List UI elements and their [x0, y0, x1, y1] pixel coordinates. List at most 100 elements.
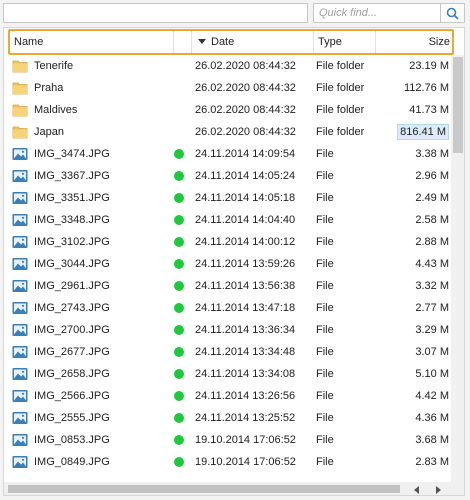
file-row[interactable]: IMG_0849.JPG 19.10.2014 17:06:52 File 2.83 …	[4, 451, 451, 473]
file-row[interactable]: IMG_2961.JPG 24.11.2014 13:56:38 File 3.32 …	[4, 275, 451, 297]
file-date: 19.10.2014 17:06:52	[195, 456, 296, 468]
file-row[interactable]: Tenerife 26.02.2020 08:44:32 File folder 23…	[4, 55, 451, 77]
image-file-icon	[12, 191, 28, 205]
image-file-icon	[12, 235, 28, 249]
vertical-scrollbar[interactable]	[451, 55, 464, 483]
file-size-value: 3.29 M	[415, 324, 449, 336]
status-dot-icon	[174, 413, 184, 423]
file-date: 26.02.2020 08:44:32	[195, 60, 296, 72]
file-date: 24.11.2014 14:05:24	[195, 170, 296, 182]
file-date: 24.11.2014 14:09:54	[195, 148, 296, 160]
file-type: File	[316, 412, 334, 424]
file-row[interactable]: IMG_3044.JPG 24.11.2014 13:59:26 File 4.43 …	[4, 253, 451, 275]
file-type: File	[316, 148, 334, 160]
file-type: File	[316, 434, 334, 446]
column-header-name[interactable]: Name	[10, 30, 174, 54]
image-file-icon	[12, 433, 28, 447]
scroll-right-icon[interactable]	[436, 486, 441, 494]
column-header-status[interactable]	[174, 30, 192, 54]
file-date: 24.11.2014 14:00:12	[195, 236, 296, 248]
file-row[interactable]: IMG_3367.JPG 24.11.2014 14:05:24 File 2.96 …	[4, 165, 451, 187]
status-dot-icon	[174, 325, 184, 335]
image-file-icon	[12, 345, 28, 359]
folder-icon	[12, 81, 28, 95]
file-size: 2.88 M	[379, 231, 449, 253]
file-row[interactable]: IMG_3102.JPG 24.11.2014 14:00:12 File 2.88 …	[4, 231, 451, 253]
status-dot-icon	[174, 171, 184, 181]
file-row[interactable]: IMG_0853.JPG 19.10.2014 17:06:52 File 3.68 …	[4, 429, 451, 451]
image-file-icon	[12, 301, 28, 315]
file-name: IMG_0853.JPG	[34, 434, 110, 446]
horizontal-scrollbar[interactable]	[4, 482, 451, 495]
file-row[interactable]: IMG_2555.JPG 24.11.2014 13:25:52 File 4.36 …	[4, 407, 451, 429]
file-row[interactable]: IMG_3351.JPG 24.11.2014 14:05:18 File 2.49 …	[4, 187, 451, 209]
file-size-value: 3.32 M	[415, 280, 449, 292]
column-header-type[interactable]: Type	[314, 30, 376, 54]
file-type: File	[316, 236, 334, 248]
file-name: IMG_3367.JPG	[34, 170, 110, 182]
file-size-value: 2.58 M	[415, 214, 449, 226]
status-dot-icon	[174, 303, 184, 313]
file-date: 24.11.2014 14:05:18	[195, 192, 296, 204]
column-header-size[interactable]: Size	[376, 30, 452, 54]
file-date: 24.11.2014 14:04:40	[195, 214, 296, 226]
file-row[interactable]: IMG_2566.JPG 24.11.2014 13:26:56 File 4.42 …	[4, 385, 451, 407]
file-size-value: 816.41 M	[397, 124, 449, 140]
file-type: File	[316, 324, 334, 336]
quick-find-field[interactable]	[313, 3, 441, 23]
file-date: 26.02.2020 08:44:32	[195, 104, 296, 116]
search-icon	[446, 7, 459, 20]
search-button[interactable]	[441, 3, 465, 23]
scroll-left-icon[interactable]	[414, 486, 419, 494]
image-file-icon	[12, 455, 28, 469]
file-size-value: 2.77 M	[415, 302, 449, 314]
column-header-date[interactable]: Date	[192, 30, 314, 54]
file-name: IMG_2658.JPG	[34, 368, 110, 380]
file-name: IMG_3351.JPG	[34, 192, 110, 204]
column-header: Name Date Type Size	[4, 28, 464, 56]
file-name: IMG_3044.JPG	[34, 258, 110, 270]
file-name: IMG_2677.JPG	[34, 346, 110, 358]
vertical-scroll-thumb[interactable]	[453, 57, 463, 153]
file-size: 4.43 M	[379, 253, 449, 275]
file-row[interactable]: IMG_2743.JPG 24.11.2014 13:47:18 File 2.77 …	[4, 297, 451, 319]
image-file-icon	[12, 169, 28, 183]
file-type: File	[316, 170, 334, 182]
status-dot-icon	[174, 347, 184, 357]
file-size-value: 2.96 M	[415, 170, 449, 182]
file-type: File	[316, 390, 334, 402]
file-name: IMG_3474.JPG	[34, 148, 110, 160]
status-dot-icon	[174, 281, 184, 291]
file-size-value: 2.83 M	[415, 456, 449, 468]
file-type: File	[316, 346, 334, 358]
file-size: 3.07 M	[379, 341, 449, 363]
horizontal-scroll-thumb[interactable]	[8, 485, 400, 493]
file-size: 2.49 M	[379, 187, 449, 209]
file-date: 24.11.2014 13:59:26	[195, 258, 296, 270]
file-name: Tenerife	[34, 60, 74, 72]
file-size: 23.19 M	[379, 55, 449, 77]
file-row[interactable]: Japan 26.02.2020 08:44:32 File folder 816.4…	[4, 121, 451, 143]
file-row[interactable]: IMG_2677.JPG 24.11.2014 13:34:48 File 3.07 …	[4, 341, 451, 363]
file-size-value: 4.36 M	[415, 412, 449, 424]
file-size: 3.68 M	[379, 429, 449, 451]
file-name: IMG_2555.JPG	[34, 412, 110, 424]
quick-find-input[interactable]	[314, 4, 440, 22]
file-row[interactable]: Maldives 26.02.2020 08:44:32 File folder 41…	[4, 99, 451, 121]
status-dot-icon	[174, 193, 184, 203]
file-name: IMG_2961.JPG	[34, 280, 110, 292]
file-row[interactable]: IMG_3348.JPG 24.11.2014 14:04:40 File 2.58 …	[4, 209, 451, 231]
status-dot-icon	[174, 149, 184, 159]
file-size-value: 3.07 M	[415, 346, 449, 358]
file-name: IMG_2743.JPG	[34, 302, 110, 314]
file-row[interactable]: Praha 26.02.2020 08:44:32 File folder 112.7…	[4, 77, 451, 99]
file-name: Maldives	[34, 104, 78, 116]
file-size: 3.29 M	[379, 319, 449, 341]
path-input[interactable]	[3, 3, 308, 23]
file-row[interactable]: IMG_3474.JPG 24.11.2014 14:09:54 File 3.38 …	[4, 143, 451, 165]
file-size: 4.36 M	[379, 407, 449, 429]
file-row[interactable]: IMG_2658.JPG 24.11.2014 13:34:08 File 5.10 …	[4, 363, 451, 385]
file-type: File	[316, 368, 334, 380]
file-row[interactable]: IMG_2700.JPG 24.11.2014 13:36:34 File 3.29 …	[4, 319, 451, 341]
file-size: 4.42 M	[379, 385, 449, 407]
